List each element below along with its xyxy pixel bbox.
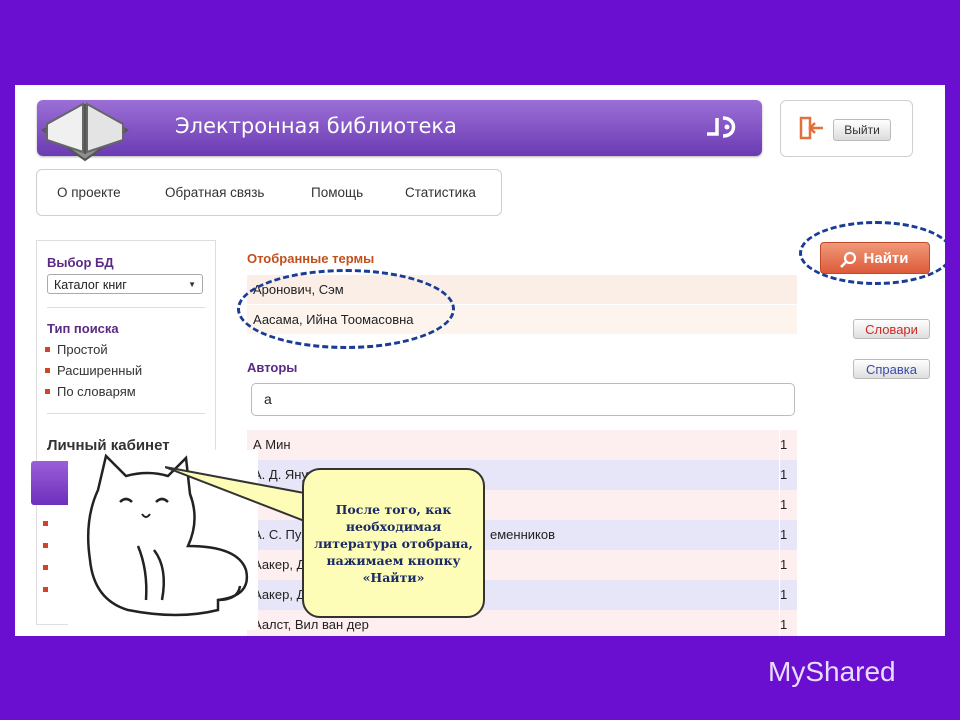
db-select-value: Каталог книг: [54, 278, 127, 292]
watermark: MyShared: [768, 656, 896, 688]
search-type-advanced[interactable]: Расширенный: [45, 363, 143, 378]
app-title: Электронная библиотека: [175, 114, 457, 138]
header-banner: Электронная библиотека: [37, 100, 762, 156]
author-count: 1: [779, 610, 797, 636]
watermark-text: MyShared: [768, 656, 896, 687]
db-select[interactable]: Каталог книг ▼: [47, 274, 203, 294]
bubble-tail: [165, 466, 316, 527]
exit-door-icon: [799, 116, 823, 140]
author-name-suffix: еменников: [490, 527, 555, 542]
table-row[interactable]: А Мин 1: [247, 430, 797, 460]
bullet-icon: [43, 521, 48, 526]
bullet-icon: [43, 587, 48, 592]
speech-bubble: После того, как необходимая литература о…: [302, 468, 485, 618]
author-name: А Мин: [253, 437, 291, 452]
divider: [47, 307, 205, 308]
author-count: 1: [779, 460, 797, 490]
highlight-ring-find: [799, 221, 945, 285]
search-type-dictionaries[interactable]: По словарям: [45, 384, 136, 399]
dictionaries-button[interactable]: Словари: [853, 319, 930, 339]
search-type-heading: Тип поиска: [47, 321, 119, 336]
bullet-icon: [45, 368, 50, 373]
author-count: 1: [779, 550, 797, 580]
help-button[interactable]: Справка: [853, 359, 930, 379]
authors-title: Авторы: [247, 360, 298, 375]
nav-help[interactable]: Помощь: [311, 185, 363, 200]
author-count: 1: [779, 580, 797, 610]
speech-bubble-text: После того, как необходимая литература о…: [314, 501, 473, 585]
nav-feedback[interactable]: Обратная связь: [165, 185, 264, 200]
search-type-simple[interactable]: Простой: [45, 342, 108, 357]
open-book-icon: [41, 102, 129, 162]
library-logo-icon: [707, 116, 736, 138]
search-type-dictionaries-label: По словарям: [57, 384, 136, 399]
top-nav: О проекте Обратная связь Помощь Статисти…: [36, 169, 502, 216]
author-count: 1: [779, 520, 797, 550]
search-type-advanced-label: Расширенный: [57, 363, 143, 378]
exit-panel: Выйти: [780, 100, 913, 157]
author-search-input[interactable]: а: [251, 383, 795, 416]
selected-terms-title: Отобранные термы: [247, 251, 375, 266]
divider: [47, 413, 205, 414]
chevron-down-icon: ▼: [188, 280, 196, 289]
bullet-icon: [45, 389, 50, 394]
nav-statistics[interactable]: Статистика: [405, 185, 476, 200]
bullet-icon: [43, 543, 48, 548]
logout-button[interactable]: Выйти: [833, 119, 891, 141]
author-count: 1: [779, 430, 797, 460]
bullet-icon: [45, 347, 50, 352]
db-heading: Выбор БД: [47, 255, 114, 270]
highlight-ring-terms: [237, 269, 455, 349]
author-name: Аакер, Д: [253, 587, 306, 602]
bullet-icon: [43, 565, 48, 570]
search-type-simple-label: Простой: [57, 342, 108, 357]
author-name: Аакер, Д: [253, 557, 306, 572]
author-count: 1: [779, 490, 797, 520]
nav-about[interactable]: О проекте: [57, 185, 121, 200]
